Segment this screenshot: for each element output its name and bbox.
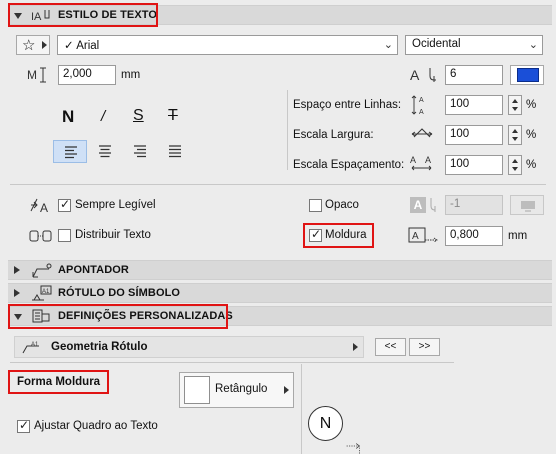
line-spacing-input[interactable]: 100	[445, 95, 503, 115]
label-geometry-text: Geometria Rótulo	[51, 341, 148, 353]
label-geometry-dropdown[interactable]: A1 Geometria Rótulo	[14, 336, 364, 358]
text-pen-icon: A	[410, 67, 436, 83]
horizontal-divider	[10, 362, 454, 363]
font-name: Arial	[76, 40, 100, 52]
vertical-divider	[301, 364, 302, 454]
next-button[interactable]: >>	[409, 338, 440, 356]
pen-icon	[430, 198, 436, 212]
line-spacing-label: Espaço entre Linhas:	[293, 99, 402, 111]
align-center-icon[interactable]	[88, 140, 122, 163]
script-name: Ocidental	[412, 38, 461, 50]
char-spacing-stepper[interactable]	[508, 155, 522, 175]
fit-frame-checkbox[interactable]: ✓	[17, 418, 30, 433]
svg-text:A: A	[419, 109, 424, 116]
section-pointer-header[interactable]: APONTADOR	[8, 260, 552, 280]
distribute-text-label: Distribuir Texto	[75, 229, 151, 241]
symbol-label-icon: A1	[32, 285, 52, 301]
star-icon: ☆	[22, 37, 36, 54]
script-dropdown[interactable]: Ocidental ⌄	[405, 35, 543, 55]
background-color-button	[510, 195, 544, 215]
section-title: APONTADOR	[58, 264, 129, 276]
frame-offset-icon: A	[408, 227, 438, 243]
align-left-button[interactable]	[53, 140, 87, 163]
highlight-box	[8, 3, 158, 27]
svg-text:A: A	[410, 67, 420, 83]
svg-text:M: M	[27, 68, 37, 82]
pen-color-swatch[interactable]	[510, 65, 544, 85]
char-spacing-input[interactable]: 100	[445, 155, 503, 175]
highlight-box	[303, 223, 374, 248]
svg-text:A: A	[410, 155, 416, 165]
width-scale-stepper[interactable]	[508, 125, 522, 145]
text-height-icon: M	[27, 67, 46, 83]
align-left-icon	[65, 146, 77, 159]
expand-icon	[14, 266, 20, 274]
label-geometry-icon: A1	[22, 342, 39, 354]
previous-button[interactable]: <<	[375, 338, 406, 356]
triangle-right-icon	[353, 343, 358, 351]
triangle-right-icon	[284, 386, 289, 394]
fit-frame-label: Ajustar Quadro ao Texto	[34, 420, 158, 432]
text-height-unit: mm	[121, 69, 141, 81]
preview-letter: N	[319, 415, 332, 432]
char-spacing-icon: A A	[410, 155, 432, 171]
section-title: RÓTULO DO SÍMBOLO	[58, 287, 181, 299]
favorites-button[interactable]: ☆	[16, 35, 50, 55]
svg-text:A1: A1	[31, 342, 39, 348]
chevron-down-icon: ⌄	[528, 39, 538, 51]
width-scale-icon	[411, 128, 433, 138]
svg-text:A: A	[419, 97, 424, 104]
underline-button[interactable]: S	[133, 107, 144, 125]
percent-unit: %	[526, 99, 537, 111]
distribute-text-icon	[29, 230, 52, 242]
frame-offset-input[interactable]: 0,800	[445, 226, 503, 246]
color-swatch	[517, 68, 539, 82]
label-preview-circle: N	[308, 406, 343, 441]
svg-text:A: A	[40, 201, 48, 215]
monitor-icon	[521, 201, 535, 212]
opaque-label: Opaco	[325, 199, 359, 211]
horizontal-divider	[10, 184, 546, 185]
distribute-text-checkbox[interactable]	[58, 229, 71, 242]
width-scale-input[interactable]: 100	[445, 125, 503, 145]
pointer-icon	[32, 263, 52, 278]
bold-button[interactable]: N	[62, 107, 74, 127]
always-readable-checkbox[interactable]: ✓	[58, 197, 71, 212]
always-readable-label: Sempre Legível	[75, 199, 156, 211]
background-letter-icon: A	[410, 197, 426, 213]
svg-text:A: A	[412, 231, 419, 242]
preview-leader-icon	[346, 443, 360, 454]
expand-icon	[14, 289, 20, 297]
opaque-checkbox[interactable]	[309, 199, 322, 212]
chevron-down-icon: ⌄	[383, 39, 393, 51]
line-spacing-icon: A A	[411, 95, 424, 116]
highlight-box	[8, 304, 228, 329]
italic-button[interactable]: /	[101, 108, 105, 125]
background-pen-input: -1	[445, 195, 503, 215]
percent-unit: %	[526, 129, 537, 141]
width-scale-label: Escala Largura:	[293, 129, 374, 141]
text-pen-input[interactable]: 6	[445, 65, 503, 85]
font-dropdown[interactable]: ✓ Arial ⌄	[57, 35, 398, 55]
percent-unit: %	[526, 159, 537, 171]
vertical-divider	[287, 90, 288, 170]
svg-text:A: A	[425, 155, 431, 165]
frame-offset-unit: mm	[508, 230, 528, 242]
triangle-right-icon	[42, 41, 47, 49]
text-height-input[interactable]: 2,000	[58, 65, 116, 85]
always-readable-icon: A	[30, 198, 48, 215]
section-symbol-label-header[interactable]: A1 RÓTULO DO SÍMBOLO	[8, 283, 552, 303]
strikethrough-button[interactable]: T	[168, 107, 178, 125]
svg-text:A1: A1	[42, 289, 50, 295]
line-spacing-stepper[interactable]	[508, 95, 522, 115]
check-icon: ✓	[64, 40, 74, 52]
align-right-icon[interactable]	[123, 140, 157, 163]
highlight-box	[8, 370, 109, 394]
frame-shape-dropdown[interactable]: Retângulo	[179, 372, 294, 408]
char-spacing-label: Escala Espaçamento:	[293, 159, 405, 171]
rectangle-shape-icon	[184, 376, 210, 404]
align-justify-icon[interactable]	[158, 140, 192, 163]
frame-shape-value: Retângulo	[215, 383, 268, 395]
